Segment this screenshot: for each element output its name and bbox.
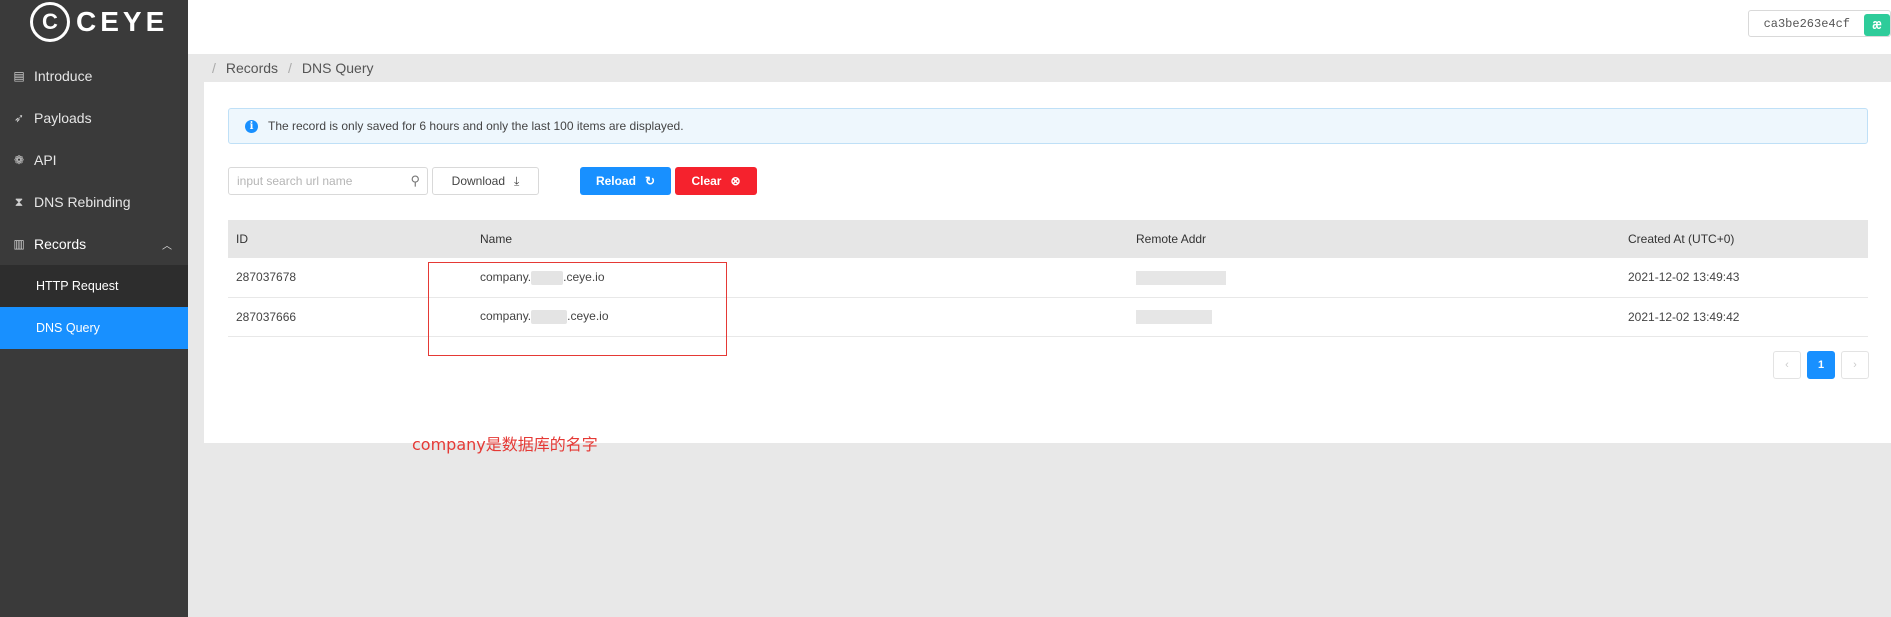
download-button[interactable]: Download ⤓ <box>432 167 539 195</box>
prev-page-button[interactable]: ‹ <box>1773 351 1801 379</box>
sidebar-item-label: Introduce <box>34 68 93 84</box>
notice-text: The record is only saved for 6 hours and… <box>268 119 684 133</box>
sidebar-item-label: HTTP Request <box>36 279 119 293</box>
token-display[interactable]: ca3be263e4cf æ <box>1747 10 1891 37</box>
sidebar-item-label: DNS Rebinding <box>34 194 131 210</box>
reload-icon: ↻ <box>644 174 656 188</box>
clear-icon: ⊗ <box>730 174 741 188</box>
column-header-created-at[interactable]: Created At (UTC+0) <box>1620 220 1868 258</box>
redacted-blur <box>1136 309 1212 324</box>
sidebar-item-dns-rebinding[interactable]: ⧗ DNS Rebinding <box>0 181 188 223</box>
sidebar-item-introduce[interactable]: ▤ Introduce <box>0 55 188 97</box>
cell-remote-addr <box>1128 297 1620 337</box>
annotation-text: company是数据库的名字 <box>412 435 598 454</box>
sidebar-item-http-request[interactable]: HTTP Request <box>0 265 188 307</box>
download-icon: ⤓ <box>514 173 520 188</box>
document-icon: ▤ <box>13 69 25 83</box>
cell-created-at: 2021-12-02 13:49:42 <box>1620 297 1868 337</box>
sidebar-item-label: DNS Query <box>36 321 100 335</box>
rocket-icon: ➶ <box>13 111 25 125</box>
table-header-row: ID Name Remote Addr Created At (UTC+0) <box>228 220 1868 258</box>
chevron-up-icon: ︿ <box>162 240 172 252</box>
cell-remote-addr <box>1128 258 1620 298</box>
info-notice: i The record is only saved for 6 hours a… <box>228 108 1868 144</box>
search-icon[interactable]: ⚲ <box>410 173 420 189</box>
translate-extension-icon[interactable]: æ <box>1864 14 1890 36</box>
annotation-box <box>428 262 727 356</box>
search-input[interactable] <box>229 174 399 188</box>
search-box[interactable]: ⚲ <box>228 167 428 195</box>
download-label: Download <box>451 174 506 188</box>
token-text: ca3be263e4cf <box>1763 16 1850 31</box>
page-1-button[interactable]: 1 <box>1807 351 1835 379</box>
breadcrumb-records[interactable]: Records <box>226 60 278 76</box>
cell-created-at: 2021-12-02 13:49:43 <box>1620 258 1868 298</box>
next-page-button[interactable]: › <box>1841 351 1869 379</box>
api-icon: ❁ <box>13 153 25 167</box>
info-icon: i <box>245 119 258 133</box>
breadcrumb-separator: / <box>212 60 216 76</box>
clear-button[interactable]: Clear ⊗ <box>675 167 757 195</box>
top-bar: ca3be263e4cf æ <box>188 0 1891 54</box>
sidebar-item-dns-query[interactable]: DNS Query <box>0 307 188 349</box>
reload-label: Reload <box>595 174 636 188</box>
logo[interactable]: C CEYE <box>0 0 188 44</box>
clear-label: Clear <box>691 174 722 188</box>
reload-button[interactable]: Reload ↻ <box>580 167 671 195</box>
column-header-id[interactable]: ID <box>228 220 472 258</box>
logo-text: CEYE <box>76 6 169 37</box>
sidebar-item-payloads[interactable]: ➶ Payloads <box>0 97 188 139</box>
toolbar: ⚲ Download ⤓ Reload ↻ Clear ⊗ <box>228 167 1868 195</box>
sidebar-item-label: Records <box>34 236 87 252</box>
column-header-remote-addr[interactable]: Remote Addr <box>1128 220 1620 258</box>
breadcrumb-dns-query: DNS Query <box>301 60 374 76</box>
pagination: ‹ 1 › <box>1773 351 1869 379</box>
breadcrumb: / Records / DNS Query <box>188 54 1891 82</box>
sidebar-nav: ▤ Introduce ➶ Payloads ❁ API ⧗ DNS Rebin… <box>0 55 188 349</box>
breadcrumb-separator: / <box>288 60 292 76</box>
sidebar-item-api[interactable]: ❁ API <box>0 139 188 181</box>
hourglass-icon: ⧗ <box>14 194 24 209</box>
sidebar-item-label: Payloads <box>34 110 92 126</box>
logo-mark: C <box>30 2 70 42</box>
column-header-name[interactable]: Name <box>472 220 1128 258</box>
redacted-blur <box>1136 270 1226 285</box>
sidebar-item-records[interactable]: ▥ Records ︿ <box>0 223 188 265</box>
records-icon: ▥ <box>13 237 25 251</box>
sidebar: C CEYE ▤ Introduce ➶ Payloads ❁ API ⧗ DN… <box>0 0 188 617</box>
sidebar-item-label: API <box>34 152 57 168</box>
